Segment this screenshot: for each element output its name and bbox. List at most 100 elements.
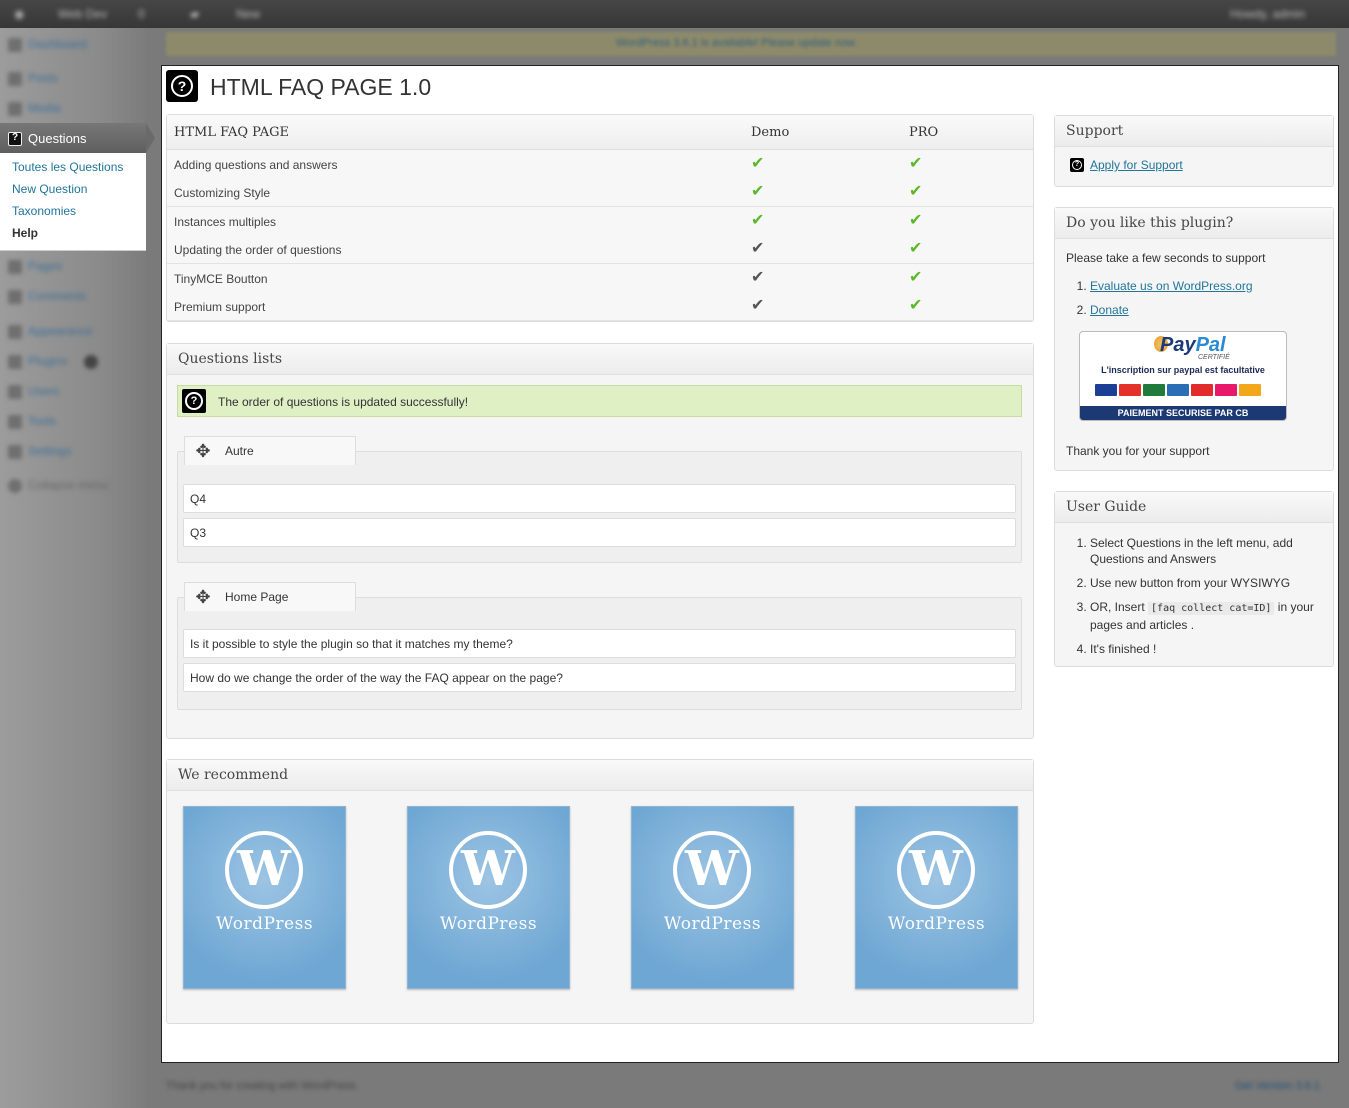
admin-bar: ◉ Web Dev 0 ▰ New Howdy, admin xyxy=(0,0,1349,28)
support-title: Support xyxy=(1066,123,1124,139)
table-row: Adding questions and answers ✔ ✔ xyxy=(167,150,1033,179)
group-name: Home Page xyxy=(225,590,289,604)
question-mark-icon xyxy=(8,132,22,146)
menu-settings[interactable]: Settings xyxy=(28,444,71,458)
feature-label: TinyMCE Boutton xyxy=(174,271,268,286)
question-item[interactable]: Q4 xyxy=(183,484,1016,513)
move-icon[interactable]: ✥ xyxy=(191,441,215,461)
col-feature: HTML FAQ PAGE xyxy=(174,125,289,140)
feature-label: Customizing Style xyxy=(174,186,271,201)
pages-icon xyxy=(8,260,22,274)
table-row: Instances multiples ✔ ✔ xyxy=(167,206,1033,236)
footer-credit[interactable]: Thank you for creating with WordPress. xyxy=(166,1080,358,1092)
table-row: Updating the order of questions ✔ ✔ xyxy=(167,235,1033,265)
plugins-icon xyxy=(8,355,22,369)
wordpress-card[interactable]: W WordPress xyxy=(183,806,346,989)
question-item[interactable]: How do we change the order of the way th… xyxy=(183,663,1016,692)
shortcode: [faq collect cat=ID] xyxy=(1148,602,1275,615)
wordpress-card[interactable]: W WordPress xyxy=(407,806,570,989)
admin-bar-site[interactable]: Web Dev xyxy=(58,7,107,21)
menu-current-arrow xyxy=(146,123,155,153)
wordpress-card-label: WordPress xyxy=(439,914,538,934)
settings-icon xyxy=(8,445,22,459)
wordpress-card[interactable]: W WordPress xyxy=(631,806,794,989)
menu-dashboard[interactable]: Dashboard xyxy=(28,37,87,51)
menu-questions[interactable]: Questions xyxy=(0,123,155,153)
wordpress-card[interactable]: W WordPress xyxy=(855,806,1018,989)
guide-step: It's finished ! xyxy=(1090,641,1322,657)
submenu-new-question[interactable]: New Question xyxy=(12,182,87,196)
group-tab[interactable]: ✥ Home Page xyxy=(184,582,356,611)
table-header: HTML FAQ PAGE Demo PRO xyxy=(167,115,1033,150)
support-header: Support xyxy=(1055,116,1333,147)
faq-logo-icon: ? xyxy=(166,70,198,102)
submenu-taxonomies[interactable]: Taxonomies xyxy=(12,204,76,218)
menu-posts[interactable]: Posts xyxy=(28,71,58,85)
we-recommend-title: We recommend xyxy=(178,767,289,783)
col-demo: Demo xyxy=(751,125,790,140)
menu-users[interactable]: Users xyxy=(28,384,59,398)
questions-menu: Questions Toutes les Questions New Quest… xyxy=(0,123,160,251)
wordpress-logo-icon: W xyxy=(449,831,527,909)
submenu-all-questions[interactable]: Toutes les Questions xyxy=(12,160,123,174)
user-guide-title: User Guide xyxy=(1066,499,1147,515)
move-icon[interactable]: ✥ xyxy=(191,587,215,607)
like-intro: Please take a few seconds to support xyxy=(1066,251,1266,265)
check-icon: ✔ xyxy=(751,155,765,172)
user-guide-header: User Guide xyxy=(1055,492,1333,523)
check-icon: ✔ xyxy=(751,240,765,258)
group-tab[interactable]: ✥ Autre xyxy=(184,436,356,465)
questions-submenu: Toutes les Questions New Question Taxono… xyxy=(0,153,146,251)
admin-bar-howdy[interactable]: Howdy, admin xyxy=(1230,7,1305,21)
evaluate-link[interactable]: Evaluate us on WordPress.org xyxy=(1090,279,1253,293)
question-item[interactable]: Q3 xyxy=(183,518,1016,547)
user-guide-box: User Guide Select Questions in the left … xyxy=(1054,491,1334,667)
wordpress-card-label: WordPress xyxy=(663,914,762,934)
we-recommend-header: We recommend xyxy=(167,760,1033,791)
check-icon: ✔ xyxy=(909,240,923,258)
question-item[interactable]: Is it possible to style the plugin so th… xyxy=(183,629,1016,658)
comments-icon[interactable]: ▰ xyxy=(190,7,199,21)
check-icon: ✔ xyxy=(751,211,765,229)
check-icon: ✔ xyxy=(909,155,923,172)
footer-version[interactable]: Get Version 3.6.1 xyxy=(1235,1080,1320,1092)
like-plugin-box: Do you like this plugin? Please take a f… xyxy=(1054,207,1334,471)
table-row: Customizing Style ✔ ✔ xyxy=(167,178,1033,208)
menu-collapse[interactable]: Collapse menu xyxy=(28,478,108,492)
card-logos-icon xyxy=(1095,384,1275,400)
question-group[interactable]: ✥ Autre Q4 Q3 xyxy=(177,436,1022,563)
menu-plugins[interactable]: Plugins xyxy=(28,354,67,368)
table-row: Premium support ✔ ✔ xyxy=(167,292,1033,321)
menu-appearance[interactable]: Appearance xyxy=(28,324,93,338)
media-icon xyxy=(8,102,22,116)
wordpress-card-label: WordPress xyxy=(887,914,986,934)
menu-media[interactable]: Media xyxy=(28,101,61,115)
admin-bar-new[interactable]: New xyxy=(236,7,260,21)
faq-help-panel: ? HTML FAQ PAGE 1.0 HTML FAQ PAGE Demo P… xyxy=(161,65,1339,1063)
question-group[interactable]: ✥ Home Page Is it possible to style the … xyxy=(177,582,1022,710)
feature-label: Adding questions and answers xyxy=(174,158,338,172)
admin-bar-updates[interactable]: 0 xyxy=(138,7,145,21)
update-notice-text[interactable]: WordPress 3.6.1 is available! Please upd… xyxy=(616,37,857,49)
we-recommend-box: We recommend W WordPress W WordPress W W… xyxy=(166,759,1034,1024)
guide-step: OR, Insert [faq collect cat=ID] in your … xyxy=(1090,599,1322,633)
questions-lists-title: Questions lists xyxy=(178,351,283,367)
check-icon: ✔ xyxy=(909,211,923,229)
posts-icon xyxy=(8,72,22,86)
apply-for-support-link[interactable]: Apply for Support xyxy=(1090,158,1183,172)
feature-label: Instances multiples xyxy=(174,214,277,229)
questions-lists-header: Questions lists xyxy=(167,344,1033,375)
feature-label: Updating the order of questions xyxy=(174,243,342,258)
menu-pages[interactable]: Pages xyxy=(28,259,62,273)
paypal-badge[interactable]: PayPal CERTIFIÉ L'inscription sur paypal… xyxy=(1079,331,1287,421)
donate-link[interactable]: Donate xyxy=(1090,303,1129,317)
group-name: Autre xyxy=(225,444,254,458)
plugins-count-badge xyxy=(84,355,98,369)
users-icon xyxy=(8,385,22,399)
menu-tools[interactable]: Tools xyxy=(28,414,56,428)
submenu-help[interactable]: Help xyxy=(12,226,38,240)
menu-comments[interactable]: Comments xyxy=(28,289,86,303)
wordpress-card-label: WordPress xyxy=(215,914,314,934)
thanks-text: Thank you for your support xyxy=(1066,444,1210,458)
wordpress-logo-icon[interactable]: ◉ xyxy=(14,7,24,21)
